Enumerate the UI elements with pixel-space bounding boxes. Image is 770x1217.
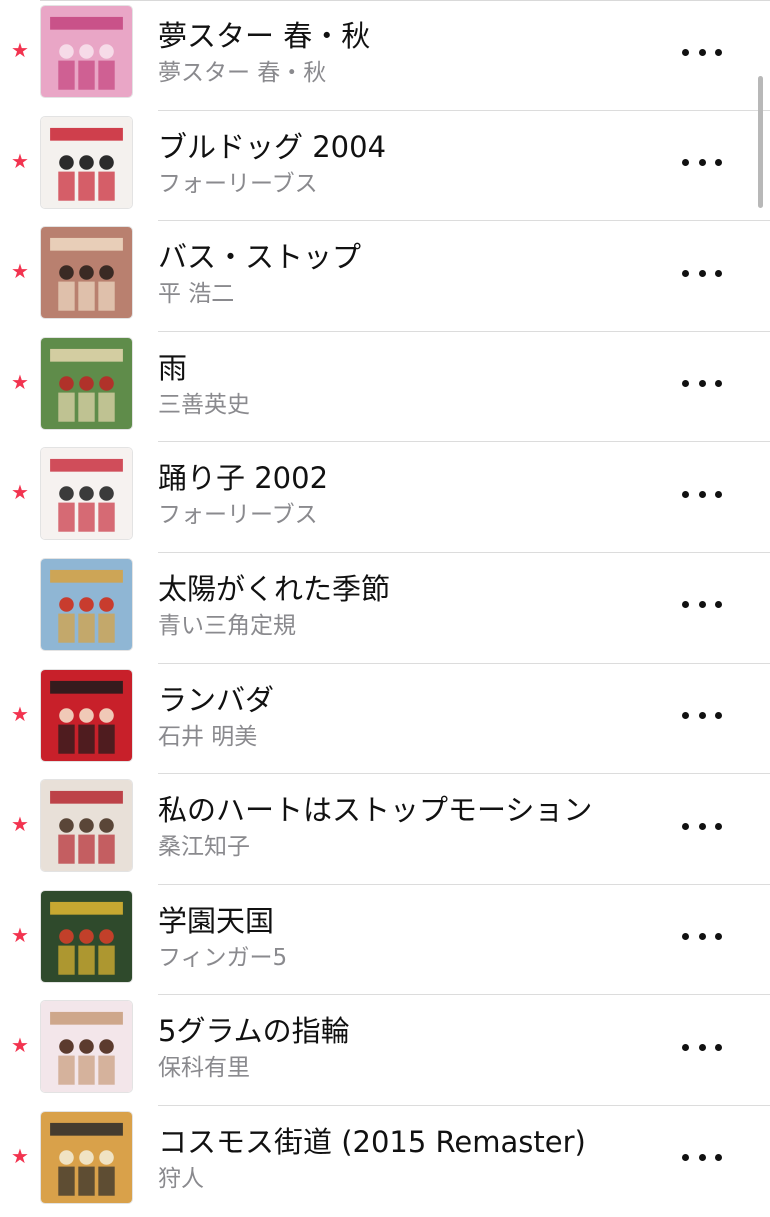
song-row[interactable]: ★ 学園天国 フィンガー5 bbox=[0, 885, 770, 996]
album-art-yume-star[interactable] bbox=[40, 5, 133, 98]
loved-star-icon: ★ bbox=[11, 922, 29, 947]
album-art-kuwae-tomoko[interactable] bbox=[40, 779, 133, 873]
album-art-miyoshi-eiji[interactable] bbox=[40, 336, 133, 430]
album-art-hoshina-yuri[interactable] bbox=[40, 1000, 133, 1094]
loved-star-icon: ★ bbox=[11, 1033, 29, 1058]
more-options-icon[interactable] bbox=[680, 36, 724, 68]
song-title: 5グラムの指輪 bbox=[158, 1014, 350, 1049]
song-title: 踊り子 2002 bbox=[158, 461, 329, 496]
song-title: 私のハートはストップモーション bbox=[158, 793, 593, 828]
album-art-four-leaves[interactable] bbox=[40, 115, 133, 209]
song-row[interactable]: 太陽がくれた季節 青い三角定規 bbox=[0, 553, 770, 664]
song-artist: フォーリーブス bbox=[158, 502, 318, 529]
song-list[interactable]: ★ 夢スター 春・秋 夢スター 春・秋 ★ ブルドッグ 2004 フォーリーブス… bbox=[0, 0, 770, 1217]
song-artist: 石井 明美 bbox=[158, 723, 258, 750]
song-row[interactable]: ★ 私のハートはストップモーション 桑江知子 bbox=[0, 774, 770, 885]
album-art-karyudo[interactable] bbox=[40, 1110, 133, 1204]
song-title: ランバダ bbox=[158, 682, 275, 717]
more-options-icon[interactable] bbox=[680, 1031, 724, 1063]
more-options-icon[interactable] bbox=[680, 921, 724, 953]
song-title: 学園天国 bbox=[158, 903, 275, 938]
album-art-finger5[interactable] bbox=[40, 889, 133, 983]
loved-star-icon: ★ bbox=[11, 148, 29, 173]
loved-star-icon: ★ bbox=[11, 701, 29, 726]
loved-star-icon: ★ bbox=[11, 38, 29, 62]
song-row[interactable]: ★ 5グラムの指輪 保科有里 bbox=[0, 995, 770, 1106]
song-row[interactable]: ★ ブルドッグ 2004 フォーリーブス bbox=[0, 111, 770, 222]
more-options-icon[interactable] bbox=[680, 478, 724, 510]
loved-star-icon: ★ bbox=[11, 480, 29, 505]
song-artist: 平 浩二 bbox=[158, 281, 235, 308]
more-options-icon[interactable] bbox=[680, 147, 724, 179]
loved-star-icon: ★ bbox=[11, 369, 29, 394]
song-title: 雨 bbox=[158, 350, 188, 385]
album-art-four-leaves-2[interactable] bbox=[40, 447, 133, 541]
song-title: 太陽がくれた季節 bbox=[158, 571, 391, 606]
song-row[interactable]: ★ 踊り子 2002 フォーリーブス bbox=[0, 442, 770, 553]
more-options-icon[interactable] bbox=[680, 368, 724, 400]
song-row[interactable]: ★ ランバダ 石井 明美 bbox=[0, 664, 770, 775]
song-title: 夢スター 春・秋 bbox=[158, 19, 371, 53]
more-options-icon[interactable] bbox=[680, 700, 724, 732]
song-artist: 夢スター 春・秋 bbox=[158, 60, 327, 86]
album-art-ishii-akemi[interactable] bbox=[40, 668, 133, 762]
song-artist: 狩人 bbox=[158, 1165, 204, 1192]
more-options-icon[interactable] bbox=[680, 1142, 724, 1174]
song-artist: 三善英史 bbox=[158, 391, 250, 418]
song-title: ブルドッグ 2004 bbox=[158, 129, 387, 164]
more-options-icon[interactable] bbox=[680, 257, 724, 289]
song-artist: 桑江知子 bbox=[158, 834, 250, 861]
loved-star-icon: ★ bbox=[11, 812, 29, 837]
more-options-icon[interactable] bbox=[680, 589, 724, 621]
song-row[interactable]: ★ バス・ストップ 平 浩二 bbox=[0, 221, 770, 332]
song-artist: フォーリーブス bbox=[158, 170, 318, 197]
song-artist: 保科有里 bbox=[158, 1055, 250, 1082]
song-row[interactable]: ★ 夢スター 春・秋 夢スター 春・秋 bbox=[0, 0, 770, 111]
album-art-aoi-sankaku-jougi[interactable] bbox=[40, 557, 133, 651]
song-row[interactable]: ★ 雨 三善英史 bbox=[0, 332, 770, 443]
loved-star-icon: ★ bbox=[11, 1143, 29, 1168]
song-title: コスモス街道 (2015 Remaster) bbox=[158, 1124, 586, 1159]
song-title: バス・ストップ bbox=[158, 240, 362, 275]
scrollbar[interactable] bbox=[758, 76, 763, 208]
more-options-icon[interactable] bbox=[680, 810, 724, 842]
album-art-hira-koji[interactable] bbox=[40, 226, 133, 320]
song-artist: 青い三角定規 bbox=[158, 612, 296, 639]
song-artist: フィンガー5 bbox=[158, 944, 288, 971]
loved-star-icon: ★ bbox=[11, 259, 29, 284]
